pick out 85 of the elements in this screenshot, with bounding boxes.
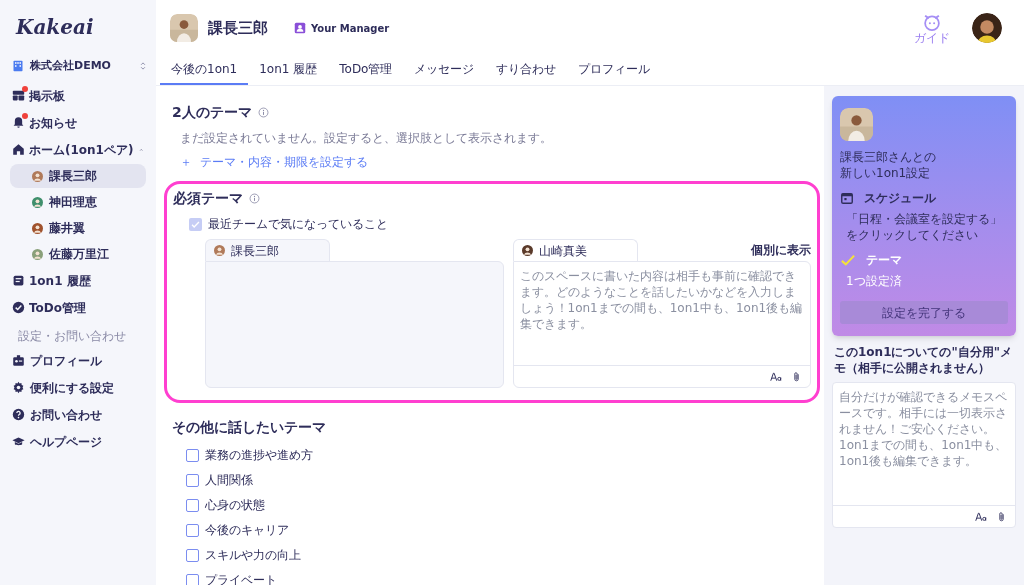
pair-item[interactable]: 佐藤万里江 <box>10 242 146 266</box>
checkbox[interactable] <box>186 498 199 512</box>
calendar-icon <box>840 191 854 205</box>
step-text: 「日程・会議室を設定する」 <box>846 211 1003 227</box>
sort-icon <box>138 61 148 71</box>
manager-name: 課長三郎 <box>208 17 268 39</box>
section-title: 必須テーマ <box>173 189 243 208</box>
step-title: テーマ <box>866 252 902 269</box>
nav-item[interactable]: お問い合わせ <box>4 401 152 428</box>
note-tab[interactable]: 山崎真美 <box>512 239 638 261</box>
checkbox[interactable] <box>186 573 199 585</box>
theme-label: プライベート <box>205 572 277 585</box>
avatar-icon <box>521 245 533 256</box>
theme-label: 人間関係 <box>205 472 253 489</box>
avatar-icon <box>32 196 43 208</box>
text-format-icon[interactable] <box>974 510 988 523</box>
checkbox[interactable] <box>186 473 199 487</box>
text-format-icon[interactable] <box>769 370 783 383</box>
theme-label: スキルや力の向上 <box>205 547 301 564</box>
tab[interactable]: 今後の1on1 <box>160 55 249 85</box>
card-intro: 新しい1on1設定 <box>840 165 932 181</box>
section-title: その他に話したいテーマ <box>171 418 327 437</box>
info-icon <box>257 107 269 118</box>
pair-item[interactable]: 課長三郎 <box>10 164 146 188</box>
avatar-icon <box>170 14 198 42</box>
checkbox[interactable] <box>186 448 199 462</box>
checkmark-icon <box>840 253 856 267</box>
avatar-icon <box>32 170 43 182</box>
note-tab[interactable]: 課長三郎 <box>205 239 330 261</box>
add-theme-link[interactable]: ＋ テーマ・内容・期限を設定する <box>164 153 368 171</box>
pair-item[interactable]: 藤井翼 <box>10 216 146 240</box>
id-badge-icon <box>12 354 25 367</box>
step-text: 1つ設定済 <box>846 273 903 289</box>
person-icon <box>294 22 306 34</box>
nav-item[interactable]: プロフィール <box>4 347 152 374</box>
avatar-icon <box>214 245 225 256</box>
info-icon <box>249 193 260 204</box>
show-separately-link[interactable]: 個別に表示 <box>751 241 811 259</box>
avatar-icon <box>32 222 43 234</box>
step-text: をクリックしてください <box>846 227 979 243</box>
checkbox[interactable] <box>186 548 199 562</box>
building-icon <box>12 60 24 72</box>
card-intro: 課長三郎さんとの <box>840 149 937 165</box>
note-icon <box>12 274 25 287</box>
avatar-icon <box>32 248 43 260</box>
theme-label: 今後のキャリア <box>205 522 289 539</box>
note-field[interactable]: このスペースに書いた内容は相手も事前に確認できます。どのようなことを話したいかなどを入力しましょう！1on1までの間も、1on1中も、1on1後も編集できます。 <box>512 261 811 388</box>
tab[interactable]: プロフィール <box>567 55 662 85</box>
tab[interactable]: 1on1 履歴 <box>248 55 329 85</box>
nav-item[interactable]: 掲示板 <box>4 82 152 109</box>
role-label: Your Manager <box>311 21 390 36</box>
pair-item[interactable]: 神田理恵 <box>10 190 146 214</box>
theme-label: 心身の状態 <box>205 497 265 514</box>
tab[interactable]: ToDo管理 <box>328 55 404 85</box>
attachment-icon[interactable] <box>791 370 802 383</box>
nav-item[interactable]: 1on1 履歴 <box>4 267 152 294</box>
nav-item[interactable]: ホーム(1on1ペア) <box>4 136 152 163</box>
help-icon <box>12 408 25 421</box>
bell-icon <box>12 116 25 129</box>
avatar-icon <box>840 108 873 141</box>
user-avatar-icon[interactable] <box>972 13 1002 43</box>
tab[interactable]: すり合わせ <box>485 55 568 85</box>
memo-field[interactable]: 自分だけが確認できるメモスペースです。相手には一切表示されません！ご安心ください。1on1までの間も、1on1中も、1on1後も編集できます。 <box>832 382 1016 528</box>
checkbox[interactable] <box>189 217 202 231</box>
section-title: 2人のテーマ <box>172 103 252 122</box>
nav-item[interactable]: ヘルプページ <box>4 428 152 455</box>
theme-label: 最近チームで気になっていること <box>208 216 388 233</box>
tab[interactable]: メッセージ <box>403 55 486 85</box>
attachment-icon[interactable] <box>996 510 1007 523</box>
memo-title: この1on1についての"自分用"メモ（相手に公開されません） <box>833 344 1013 376</box>
settings-icon <box>12 381 25 394</box>
empty-message: まだ設定されていません。設定すると、選択肢として表示されます。 <box>179 130 553 147</box>
nav-item[interactable]: ToDo管理 <box>4 294 152 321</box>
step-title: スケジュール <box>864 190 936 207</box>
board-icon <box>12 89 25 102</box>
check-circle-icon <box>12 301 25 314</box>
app-logo: Kakeai <box>14 14 95 41</box>
company-switcher[interactable]: 株式会社DEMO <box>4 56 152 76</box>
nav-item[interactable]: お知らせ <box>4 109 152 136</box>
section-label: 設定・お問い合わせ <box>17 328 127 345</box>
nav-item[interactable]: 便利にする設定 <box>4 374 152 401</box>
theme-label: 業務の進捗や進め方 <box>205 447 313 464</box>
graduation-cap-icon <box>12 435 25 448</box>
home-icon <box>12 143 25 156</box>
checkbox[interactable] <box>186 523 199 537</box>
